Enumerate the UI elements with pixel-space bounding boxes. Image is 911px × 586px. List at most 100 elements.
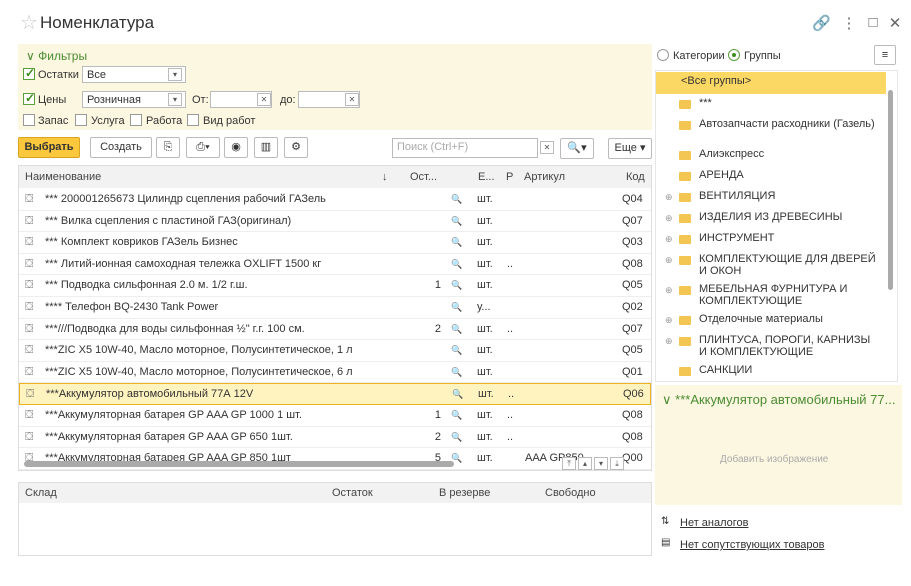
settings-icon[interactable]: ⚙ [284, 137, 308, 158]
barcode-icon[interactable]: ▥ [254, 137, 278, 158]
print-icon[interactable]: ⎙▾ [186, 137, 220, 158]
row-search-icon[interactable]: 🔍 [451, 405, 465, 426]
row-r [507, 340, 525, 361]
table-row[interactable]: ⛋ **** Телефон BQ-2430 Tank Power 🔍 у... Q02 [19, 297, 651, 319]
filters-header[interactable]: ∨ Фильтры [26, 49, 87, 63]
detail-title[interactable]: ∨ ***Аккумулятор автомобильный 77... [662, 392, 895, 408]
row-search-icon[interactable]: 🔍 [451, 232, 465, 253]
search-button[interactable]: 🔍▾ [560, 138, 594, 159]
nav-next-icon[interactable]: ▾ [594, 457, 608, 470]
rabota-checkbox[interactable] [130, 114, 142, 126]
expand-icon[interactable]: ⊕ [665, 255, 673, 266]
table-row[interactable]: ⛋ ***ZIC X5 10W-40, Масло моторное, Полус… [19, 362, 651, 384]
group-label: Отделочные материалы [699, 313, 823, 325]
table-row[interactable]: ⛋ *** Комплект ковриков ГАЗель Бизнес 🔍 шт.… [19, 232, 651, 254]
more-icon[interactable]: ⋮ [840, 14, 858, 32]
group-item[interactable]: ⊕ ИЗДЕЛИЯ ИЗ ДРЕВЕСИНЫ [655, 211, 888, 232]
sort-arrow-icon[interactable]: ↓ [382, 166, 400, 188]
group-item[interactable]: ⊕ ПЛИНТУСА, ПОРОГИ, КАРНИЗЫ И КОМПЛЕКТУЮЩ… [655, 334, 888, 364]
group-item[interactable]: ⊕ ИНСТРУМЕНТ [655, 232, 888, 253]
expand-icon[interactable]: ⊕ [665, 315, 673, 326]
row-search-icon[interactable]: 🔍 [451, 211, 465, 232]
table-row[interactable]: ⛋ ***Аккумулятор автомобильный 77А 12V 🔍 шт… [19, 383, 651, 405]
group-item[interactable]: Алиэкспресс [655, 148, 888, 169]
ceny-checkbox[interactable] [23, 91, 35, 105]
row-search-icon[interactable]: 🔍 [451, 427, 465, 448]
radio-groups[interactable] [728, 49, 740, 61]
row-search-icon[interactable]: 🔍 [451, 340, 465, 361]
group-item[interactable]: ⊕ КОМПЛЕКТУЮЩИЕ ДЛЯ ДВЕРЕЙ И ОКОН [655, 253, 888, 283]
usluga-checkbox[interactable] [75, 114, 87, 126]
nav-prev-icon[interactable]: ▴ [578, 457, 592, 470]
expand-icon[interactable]: ⊕ [665, 285, 673, 296]
radio-categories[interactable] [657, 49, 669, 61]
more-button[interactable]: Еще ▾ [608, 138, 652, 159]
horizontal-scrollbar[interactable] [24, 461, 454, 467]
group-item[interactable]: *** [655, 97, 888, 118]
col-warehouse[interactable]: Склад [25, 484, 57, 502]
chevron-down-icon: ∨ [662, 392, 672, 407]
ostatki-checkbox[interactable] [23, 66, 35, 80]
nav-last-icon[interactable]: ⤓ [610, 457, 624, 470]
close-icon[interactable]: ✕ [886, 14, 904, 32]
select-button[interactable]: Выбрать [18, 137, 80, 158]
filter-settings-icon[interactable]: ≡ [874, 45, 896, 65]
group-item[interactable]: АРЕНДА [655, 169, 888, 190]
col-free[interactable]: Свободно [545, 484, 596, 502]
col-blank[interactable] [444, 166, 470, 188]
folder-icon [679, 256, 691, 265]
group-item[interactable]: <Все группы> [655, 75, 888, 96]
row-search-icon[interactable]: 🔍 [451, 275, 465, 296]
copy-icon[interactable]: ⎘ [156, 137, 180, 158]
group-item[interactable]: ⊕ МЕБЕЛЬНАЯ ФУРНИТУРА И КОМПЛЕКТУЮЩИЕ [655, 283, 888, 313]
table-row[interactable]: ⛋ *** 200001265673 Цилиндр сцепления рабо… [19, 189, 651, 211]
row-search-icon[interactable]: 🔍 [452, 384, 466, 405]
expand-icon[interactable]: ⊕ [665, 336, 673, 347]
expand-icon[interactable]: ⊕ [665, 213, 673, 224]
favorite-star-icon[interactable]: ☆ [20, 10, 38, 35]
col-article[interactable]: Артикул [516, 166, 618, 188]
search-input[interactable]: Поиск (Ctrl+F) [392, 138, 538, 158]
table-row[interactable]: ⛋ ***Аккумуляторная батарея GP AAA GP 100… [19, 405, 651, 427]
dropdown-arrow-icon[interactable]: ▾ [168, 93, 182, 106]
groups-scrollbar[interactable] [888, 90, 893, 290]
clear-icon[interactable]: ✕ [345, 93, 359, 106]
row-search-icon[interactable]: 🔍 [451, 297, 465, 318]
table-row[interactable]: ⛋ ***Аккумуляторная батарея GP AAA GP 650… [19, 427, 651, 449]
create-button[interactable]: Создать [90, 137, 152, 158]
view-icon[interactable]: ◉ [224, 137, 248, 158]
no-related-link[interactable]: Нет сопутствующих товаров [680, 539, 825, 551]
row-search-icon[interactable]: 🔍 [451, 189, 465, 210]
table-row[interactable]: ⛋ *** Вилка сцепления с пластиной ГАЗ(ори… [19, 211, 651, 233]
col-stock[interactable]: Остаток [332, 484, 373, 502]
group-item[interactable]: ⊕ ВЕНТИЛЯЦИЯ [655, 190, 888, 211]
group-item[interactable]: ⊕ Отделочные материалы [655, 313, 888, 334]
add-image-link[interactable]: Добавить изображение [720, 454, 828, 465]
col-name[interactable]: Наименование [19, 166, 395, 188]
no-analogs-link[interactable]: Нет аналогов [680, 517, 749, 529]
row-search-icon[interactable]: 🔍 [451, 362, 465, 383]
dropdown-arrow-icon[interactable]: ▾ [168, 68, 182, 81]
row-search-icon[interactable]: 🔍 [451, 319, 465, 340]
vid-rabot-checkbox[interactable] [187, 114, 199, 126]
maximize-icon[interactable]: □ [864, 14, 882, 31]
row-search-icon[interactable]: 🔍 [451, 254, 465, 275]
zapas-checkbox[interactable] [23, 114, 35, 126]
table-row[interactable]: ⛋ ***ZIC X5 10W-40, Масло моторное, Полус… [19, 340, 651, 362]
table-row[interactable]: ⛋ *** Подводка сильфонная 2.0 м. 1/2 г.ш.… [19, 275, 651, 297]
col-ostatok[interactable]: Ост... [400, 166, 444, 188]
col-reserve[interactable]: В резерве [439, 484, 490, 502]
col-code[interactable]: Код [618, 166, 651, 188]
table-row[interactable]: ⛋ ***///Подводка для воды сильфонная ½" г… [19, 319, 651, 341]
group-item[interactable]: САНКЦИИ [655, 364, 888, 385]
table-row[interactable]: ⛋ *** Литий-ионная самоходная тележка OXL… [19, 254, 651, 276]
clear-search-icon[interactable]: ✕ [540, 141, 554, 154]
link-icon[interactable]: 🔗 [812, 14, 831, 32]
nav-first-icon[interactable]: ⤒ [562, 457, 576, 470]
expand-icon[interactable]: ⊕ [665, 234, 673, 245]
group-item[interactable]: Автозапчасти расходники (Газель) [655, 118, 888, 148]
expand-icon[interactable]: ⊕ [665, 192, 673, 203]
col-unit[interactable]: Е... [470, 166, 498, 188]
col-r[interactable]: Р [498, 166, 516, 188]
clear-icon[interactable]: ✕ [257, 93, 271, 106]
